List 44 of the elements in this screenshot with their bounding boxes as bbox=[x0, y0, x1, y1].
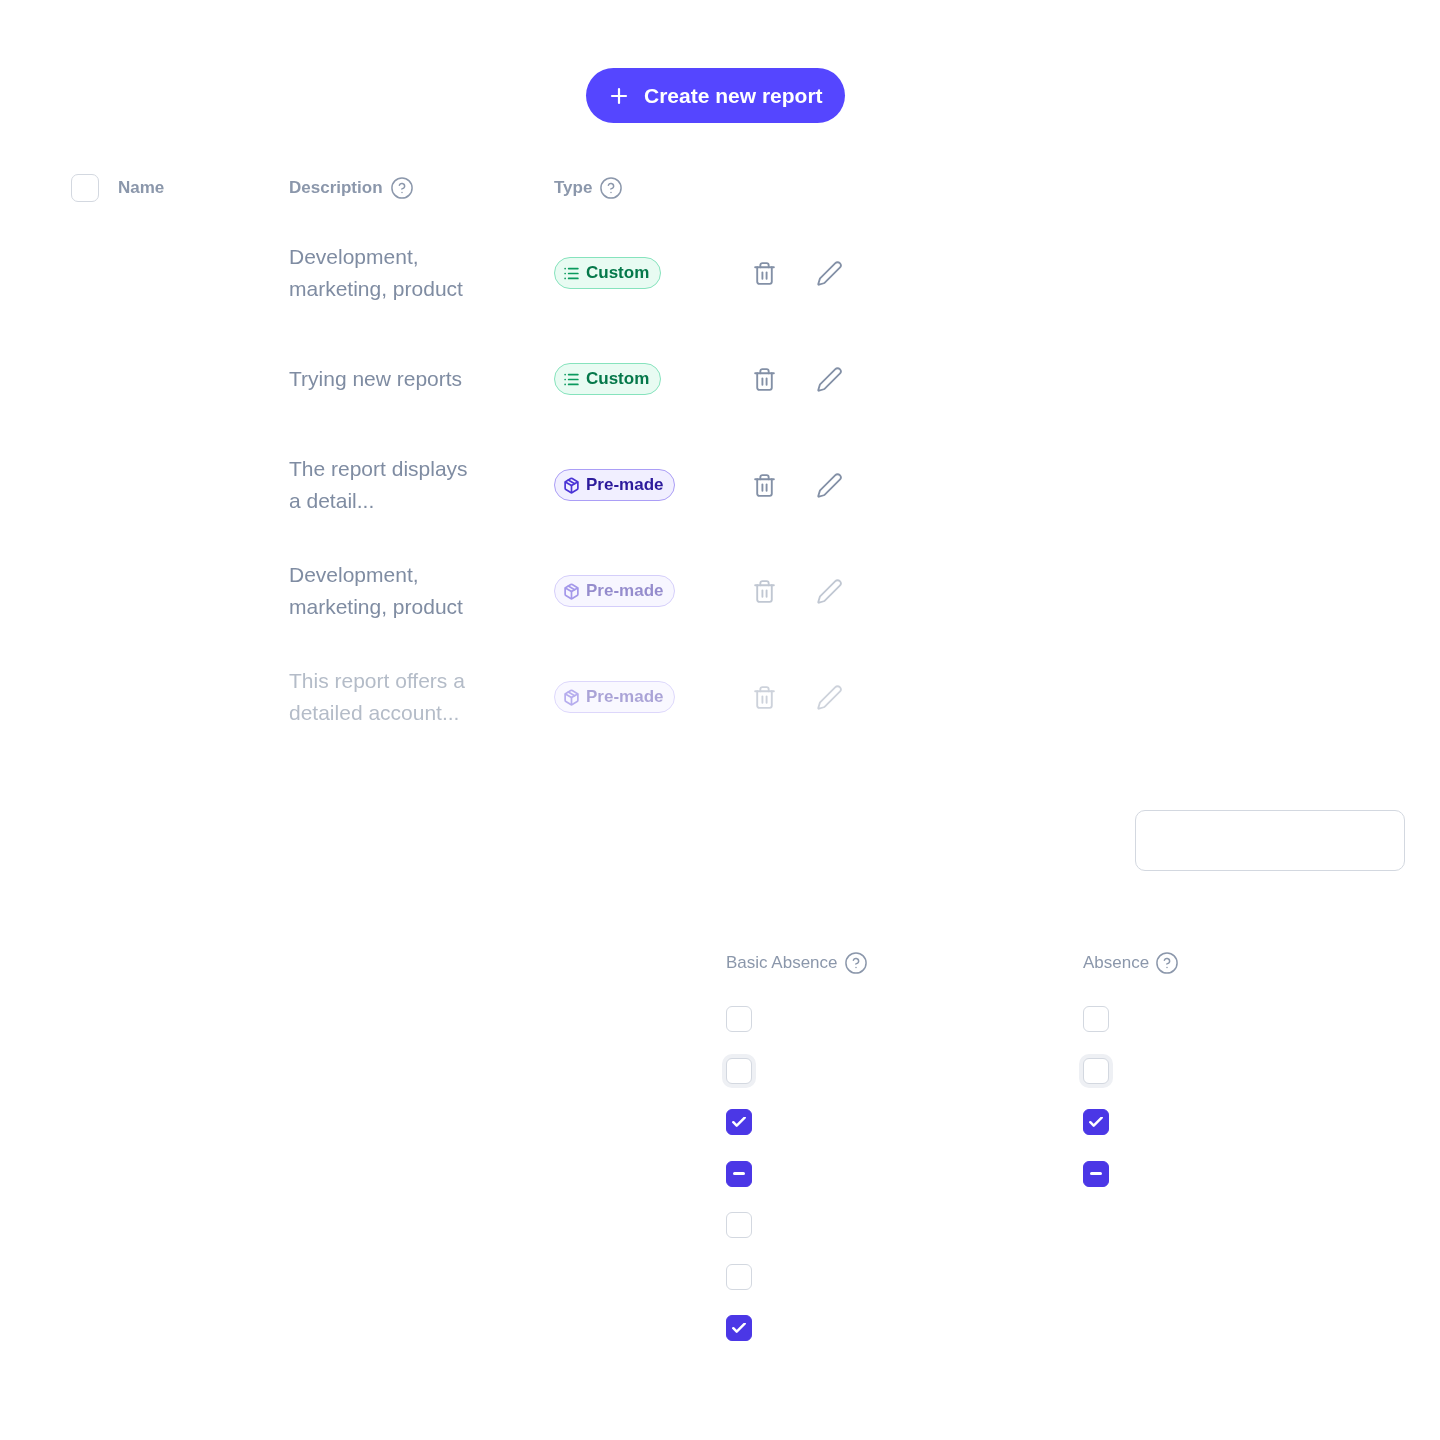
edit-icon[interactable] bbox=[816, 365, 843, 393]
description-text: Development, marketing, product bbox=[289, 562, 464, 620]
description-text: The report displays a detail... bbox=[289, 456, 469, 514]
input-field[interactable] bbox=[1135, 810, 1405, 871]
column-header: Description bbox=[289, 177, 383, 200]
check-icon bbox=[732, 1117, 746, 1127]
checkbox[interactable] bbox=[726, 1109, 752, 1135]
checkbox[interactable] bbox=[726, 1315, 752, 1341]
check-icon bbox=[1089, 1117, 1103, 1127]
help-icon[interactable] bbox=[390, 177, 413, 199]
type-badge: Pre-made bbox=[554, 575, 676, 607]
minus-icon bbox=[733, 1172, 745, 1175]
trash-icon[interactable] bbox=[752, 260, 777, 286]
package-icon bbox=[563, 582, 580, 600]
type-badge: Custom bbox=[554, 257, 662, 289]
trash-icon[interactable] bbox=[752, 366, 777, 392]
edit-icon[interactable] bbox=[816, 577, 843, 605]
checkbox[interactable] bbox=[726, 1160, 752, 1187]
edit-icon[interactable] bbox=[816, 259, 843, 287]
edit-icon[interactable] bbox=[816, 471, 843, 499]
package-icon bbox=[563, 688, 580, 706]
checkbox[interactable] bbox=[1083, 1160, 1109, 1187]
check-icon bbox=[732, 1323, 746, 1333]
type-badge: Pre-made bbox=[554, 469, 676, 501]
help-icon[interactable] bbox=[1156, 952, 1179, 974]
create-report-button[interactable]: Create new report bbox=[586, 68, 845, 123]
description-text: Development, marketing, product bbox=[289, 244, 464, 302]
column-header: Name bbox=[118, 177, 165, 200]
checkbox[interactable] bbox=[1083, 1109, 1109, 1135]
help-icon[interactable] bbox=[844, 952, 867, 974]
type-badge: Pre-made bbox=[554, 681, 676, 713]
help-icon[interactable] bbox=[600, 177, 623, 199]
column-header: Basic Absence bbox=[726, 952, 838, 975]
trash-icon[interactable] bbox=[752, 578, 777, 604]
trash-icon[interactable] bbox=[752, 684, 777, 710]
description-text: Trying new reports bbox=[289, 366, 464, 392]
type-badge: Custom bbox=[554, 363, 662, 395]
trash-icon[interactable] bbox=[752, 472, 777, 498]
description-text: This report offers a detailed account... bbox=[289, 668, 466, 726]
package-icon bbox=[563, 476, 580, 494]
column-header: Absence bbox=[1083, 952, 1150, 975]
column-header: Type bbox=[554, 177, 593, 200]
select-all-checkbox[interactable] bbox=[71, 174, 99, 202]
minus-icon bbox=[1090, 1172, 1102, 1175]
